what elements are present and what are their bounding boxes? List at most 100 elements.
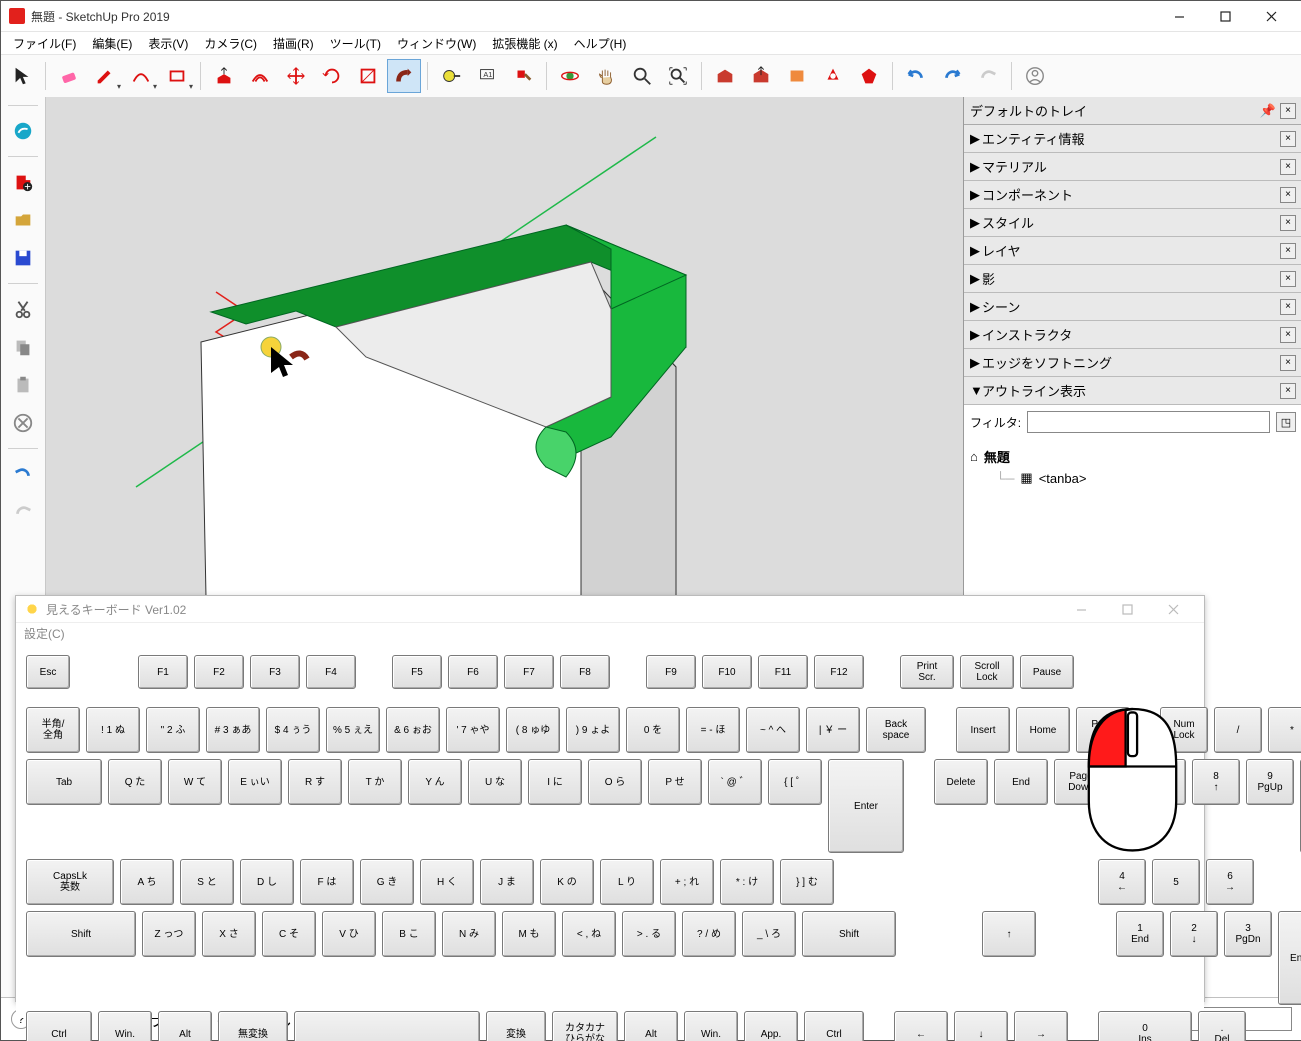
osk-minimize-button[interactable]	[1058, 594, 1104, 624]
key-z[interactable]: Z っつ	[142, 911, 196, 957]
text-tool[interactable]: A1	[470, 59, 504, 93]
3dwarehouse-share-tool[interactable]	[744, 59, 778, 93]
key-r[interactable]: R す	[288, 759, 342, 805]
user-tool[interactable]	[1018, 59, 1052, 93]
key-scroll-lock[interactable]: ScrollLock	[960, 655, 1014, 689]
key-f[interactable]: F は	[300, 859, 354, 905]
zoom-extents-tool[interactable]	[661, 59, 695, 93]
key-b[interactable]: B こ	[382, 911, 436, 957]
panel-styles[interactable]: ▶スタイル×	[964, 209, 1301, 237]
outliner-filter-input[interactable]	[1027, 411, 1270, 433]
menu-tools[interactable]: ツール(T)	[322, 33, 389, 54]
key-f2[interactable]: F2	[194, 655, 244, 689]
key-[interactable]: →	[1014, 1011, 1068, 1041]
panel-shadows[interactable]: ▶影×	[964, 265, 1301, 293]
key-7[interactable]: ' 7 ゃや	[446, 707, 500, 753]
key-1[interactable]: ! 1 ぬ	[86, 707, 140, 753]
menu-extensions[interactable]: 拡張機能 (x)	[484, 33, 565, 54]
plugin-redo-icon[interactable]	[6, 495, 40, 529]
key-6[interactable]: & 6 ぉお	[386, 707, 440, 753]
plugin-cut-icon[interactable]	[6, 292, 40, 326]
key-[interactable]: = - ほ	[686, 707, 740, 753]
key-shift[interactable]: Shift	[802, 911, 896, 957]
key-tab[interactable]: Tab	[26, 759, 102, 805]
menu-edit[interactable]: 編集(E)	[84, 33, 140, 54]
key-f5[interactable]: F5	[392, 655, 442, 689]
key-9[interactable]: ) 9 ょよ	[566, 707, 620, 753]
key-w[interactable]: W て	[168, 759, 222, 805]
key-app[interactable]: App.	[744, 1011, 798, 1041]
key-1-end[interactable]: 1End	[1116, 911, 1164, 957]
arc-tool[interactable]: ▾	[124, 59, 158, 93]
key-ctrl[interactable]: Ctrl	[804, 1011, 864, 1041]
pencil-tool[interactable]: ▾	[88, 59, 122, 93]
redo-tool[interactable]	[935, 59, 969, 93]
key-5[interactable]: % 5 ぇえ	[326, 707, 380, 753]
key-3-pgdn[interactable]: 3PgDn	[1224, 911, 1272, 957]
key-6[interactable]: 6→	[1206, 859, 1254, 905]
move-tool[interactable]	[279, 59, 313, 93]
key-i[interactable]: I に	[528, 759, 582, 805]
key-9-pgup[interactable]: 9PgUp	[1246, 759, 1294, 805]
key-[interactable]: ? / め	[682, 911, 736, 957]
pan-tool[interactable]	[589, 59, 623, 93]
menu-camera[interactable]: カメラ(C)	[196, 33, 265, 54]
key-[interactable]: } ] む	[780, 859, 834, 905]
panel-layers[interactable]: ▶レイヤ×	[964, 237, 1301, 265]
key-[interactable]: *	[1268, 707, 1301, 753]
3dwarehouse-get-tool[interactable]	[708, 59, 742, 93]
key-[interactable]: | ￥ ー	[806, 707, 860, 753]
menu-help[interactable]: ヘルプ(H)	[566, 33, 635, 54]
key-end[interactable]: End	[994, 759, 1048, 805]
key-[interactable]: { [ ゜	[768, 759, 822, 805]
key-f8[interactable]: F8	[560, 655, 610, 689]
key-delete[interactable]: Delete	[934, 759, 988, 805]
tape-tool[interactable]	[434, 59, 468, 93]
orbit-tool[interactable]	[553, 59, 587, 93]
key-f6[interactable]: F6	[448, 655, 498, 689]
key-u[interactable]: U な	[468, 759, 522, 805]
key-insert[interactable]: Insert	[956, 707, 1010, 753]
panel-soften[interactable]: ▶エッジをソフトニング×	[964, 349, 1301, 377]
key-g[interactable]: G き	[360, 859, 414, 905]
key-v[interactable]: V ひ	[322, 911, 376, 957]
key-home[interactable]: Home	[1016, 707, 1070, 753]
key-back-space[interactable]: Backspace	[866, 707, 926, 753]
outliner-details-button[interactable]: ◳	[1276, 412, 1296, 432]
menu-window[interactable]: ウィンドウ(W)	[389, 33, 484, 54]
key-8[interactable]: 8↑	[1192, 759, 1240, 805]
menu-file[interactable]: ファイル(F)	[5, 33, 84, 54]
key-4[interactable]: 4←	[1098, 859, 1146, 905]
key-[interactable]: 無変換	[218, 1011, 288, 1041]
key-n[interactable]: N み	[442, 911, 496, 957]
key-e[interactable]: E ぃい	[228, 759, 282, 805]
key-s[interactable]: S と	[180, 859, 234, 905]
plugin-copy-icon[interactable]	[6, 330, 40, 364]
key-[interactable]: _ \ ろ	[742, 911, 796, 957]
key-8[interactable]: ( 8 ゅゆ	[506, 707, 560, 753]
key-f7[interactable]: F7	[504, 655, 554, 689]
key-[interactable]: カタカナひらがな	[552, 1011, 618, 1041]
key-f3[interactable]: F3	[250, 655, 300, 689]
key-enter[interactable]: Enter	[1278, 911, 1301, 1005]
menu-draw[interactable]: 描画(R)	[265, 33, 322, 54]
key-f9[interactable]: F9	[646, 655, 696, 689]
plugin-paste-icon[interactable]	[6, 368, 40, 402]
key-enter[interactable]: Enter	[828, 759, 904, 853]
window-minimize-button[interactable]	[1156, 1, 1202, 31]
followme-tool[interactable]	[387, 59, 421, 93]
select-tool[interactable]	[5, 59, 39, 93]
rotate-tool[interactable]	[315, 59, 349, 93]
key-del[interactable]: .Del	[1198, 1011, 1246, 1041]
key-capslk[interactable]: CapsLk英数	[26, 859, 114, 905]
tray-pin-icon[interactable]: 📌	[1260, 103, 1276, 119]
scale-tool[interactable]	[351, 59, 385, 93]
key-f10[interactable]: F10	[702, 655, 752, 689]
osk-close-button[interactable]	[1150, 594, 1196, 624]
panel-components[interactable]: ▶コンポーネント×	[964, 181, 1301, 209]
key-[interactable]: ` @ ゛	[708, 759, 762, 805]
tray-close-icon[interactable]: ×	[1280, 103, 1296, 119]
plugin-delete-icon[interactable]	[6, 406, 40, 440]
key-[interactable]: ↓	[954, 1011, 1008, 1041]
eraser-tool[interactable]	[52, 59, 86, 93]
